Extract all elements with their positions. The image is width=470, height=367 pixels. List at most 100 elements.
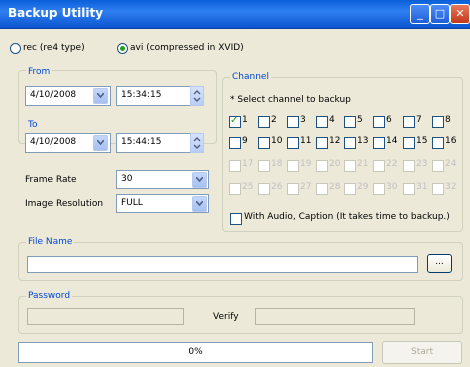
channel-label: Channel [230, 72, 271, 82]
minimize-button[interactable]: _ [410, 4, 430, 24]
chevron-down-icon [196, 177, 203, 182]
channel-8-label: 8 [445, 115, 451, 125]
maximize-button[interactable]: □ [430, 4, 450, 24]
to-time-spinner[interactable] [190, 133, 204, 153]
chevron-down-icon [97, 140, 104, 145]
channel-25-checkbox [229, 183, 241, 195]
image-resolution-value: FULL [121, 198, 143, 208]
from-label: From [26, 67, 53, 77]
channel-24-label: 24 [445, 159, 457, 169]
rec-format-radio[interactable] [10, 43, 21, 54]
channel-21-label: 21 [357, 159, 369, 169]
channel-2-checkbox[interactable] [258, 116, 270, 128]
channel-16-checkbox[interactable] [432, 137, 444, 149]
title-bar[interactable]: Backup Utility _ □ ✕ [0, 0, 470, 29]
channel-15-checkbox[interactable] [403, 137, 415, 149]
maximize-icon: □ [434, 7, 446, 20]
channel-14-label: 14 [386, 136, 398, 146]
to-time-value: 15:44:15 [121, 137, 162, 147]
to-date-dropdown[interactable] [93, 135, 108, 151]
close-button[interactable]: ✕ [450, 4, 470, 24]
channel-3-label: 3 [300, 115, 306, 125]
channel-17-checkbox [229, 160, 241, 172]
audio-caption-checkbox[interactable] [230, 213, 242, 225]
channel-32-label: 32 [445, 182, 457, 192]
channel-15-label: 15 [416, 136, 428, 146]
channel-3-checkbox[interactable] [287, 116, 299, 128]
channel-27-label: 27 [300, 182, 312, 192]
password-input[interactable] [27, 308, 184, 325]
channel-23-checkbox [403, 160, 415, 172]
channel-13-checkbox[interactable] [344, 137, 356, 149]
progress-bar: 0% [18, 342, 373, 363]
channel-11-label: 11 [300, 136, 312, 146]
channel-21-checkbox [344, 160, 356, 172]
channel-29-label: 29 [357, 182, 369, 192]
start-label: Start [411, 347, 433, 357]
channel-9-checkbox[interactable] [229, 137, 241, 149]
from-time-spinner[interactable] [190, 86, 204, 106]
channel-8-checkbox[interactable] [432, 116, 444, 128]
browse-button[interactable]: ... [427, 254, 452, 273]
channel-hint: * Select channel to backup [230, 95, 351, 105]
channel-29-checkbox [344, 183, 356, 195]
channel-7-label: 7 [416, 115, 422, 125]
channel-22-checkbox [373, 160, 385, 172]
channel-10-label: 10 [271, 136, 283, 146]
minimize-icon: _ [417, 7, 423, 20]
channel-18-checkbox [258, 160, 270, 172]
channel-5-checkbox[interactable] [344, 116, 356, 128]
channel-24-checkbox [432, 160, 444, 172]
browse-label: ... [435, 257, 444, 267]
channel-19-checkbox [287, 160, 299, 172]
channel-30-checkbox [373, 183, 385, 195]
spinner-arrows-icon [193, 90, 201, 102]
frame-rate-value: 30 [121, 174, 133, 184]
from-time-value: 15:34:15 [121, 90, 162, 100]
verify-input[interactable] [255, 308, 415, 325]
channel-4-label: 4 [329, 115, 335, 125]
channel-20-label: 20 [329, 159, 341, 169]
channel-28-label: 28 [329, 182, 341, 192]
start-button[interactable]: Start [382, 341, 462, 364]
channel-10-checkbox[interactable] [258, 137, 270, 149]
progress-text: 0% [188, 347, 203, 357]
channel-25-label: 25 [242, 182, 254, 192]
image-resolution-dropdown[interactable] [192, 196, 207, 212]
channel-18-label: 18 [271, 159, 283, 169]
channel-14-checkbox[interactable] [373, 137, 385, 149]
channel-27-checkbox [287, 183, 299, 195]
channel-12-checkbox[interactable] [316, 137, 328, 149]
chevron-down-icon [196, 201, 203, 206]
channel-6-checkbox[interactable] [373, 116, 385, 128]
to-label: To [26, 120, 40, 130]
frame-rate-label: Frame Rate [25, 175, 77, 185]
channel-16-label: 16 [445, 136, 457, 146]
channel-6-label: 6 [386, 115, 392, 125]
audio-caption-label: With Audio, Caption (It takes time to ba… [244, 212, 450, 222]
file-name-input[interactable] [27, 256, 418, 273]
rec-format-label: rec (re4 type) [23, 43, 85, 53]
window-title: Backup Utility [8, 6, 104, 20]
channel-31-checkbox [403, 183, 415, 195]
channel-1-label: 1 [242, 115, 248, 125]
image-resolution-label: Image Resolution [25, 199, 104, 209]
channel-23-label: 23 [416, 159, 428, 169]
channel-1-checkbox[interactable] [229, 115, 241, 128]
file-name-label: File Name [26, 237, 75, 247]
channel-26-checkbox [258, 183, 270, 195]
channel-26-label: 26 [271, 182, 283, 192]
channel-4-checkbox[interactable] [316, 116, 328, 128]
channel-7-checkbox[interactable] [403, 116, 415, 128]
channel-30-label: 30 [386, 182, 398, 192]
close-icon: ✕ [455, 7, 465, 20]
avi-format-radio[interactable] [117, 43, 128, 54]
from-date-dropdown[interactable] [93, 88, 108, 104]
spinner-arrows-icon [193, 137, 201, 149]
channel-11-checkbox[interactable] [287, 137, 299, 149]
frame-rate-dropdown[interactable] [192, 172, 207, 188]
from-date-value: 4/10/2008 [30, 90, 77, 100]
channel-22-label: 22 [386, 159, 398, 169]
to-date-value: 4/10/2008 [30, 137, 77, 147]
channel-20-checkbox [316, 160, 328, 172]
